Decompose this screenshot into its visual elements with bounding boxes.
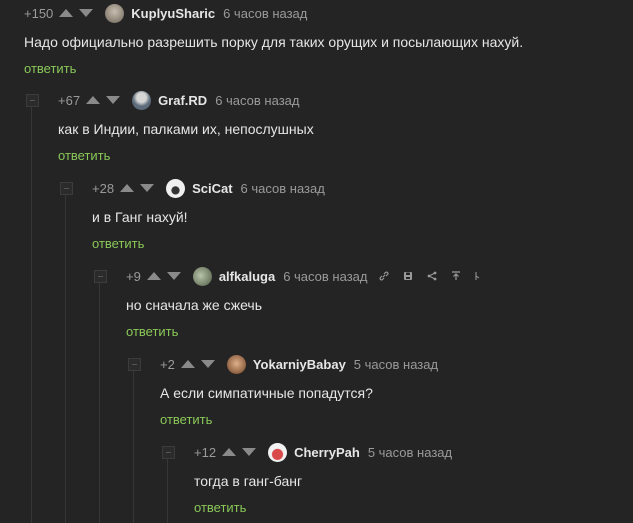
comment: +28 SciCat 6 часов назад и в Ганг нахуй!… <box>92 177 325 251</box>
collapse-branch-6[interactable] <box>162 446 175 459</box>
avatar[interactable] <box>166 178 186 198</box>
reply-link[interactable]: ответить <box>160 412 438 427</box>
reply-link[interactable]: ответить <box>92 236 325 251</box>
comment: +2 YokarniyBabay 5 часов назад А если си… <box>160 353 438 427</box>
collapse-branch-2[interactable] <box>26 94 39 107</box>
comment-time[interactable]: 5 часов назад <box>354 357 438 372</box>
comment-score: +9 <box>126 268 141 284</box>
save-icon[interactable] <box>403 271 413 281</box>
comment-score: +150 <box>24 5 54 21</box>
comment: +67 Graf.RD 6 часов назад как в Индии, п… <box>58 89 314 163</box>
reply-link[interactable]: ответить <box>126 324 481 339</box>
comment-header: +2 YokarniyBabay 5 часов назад <box>160 353 438 375</box>
comment-tools <box>379 271 481 281</box>
comment-score: +28 <box>92 180 115 196</box>
upvote-icon[interactable] <box>120 184 135 192</box>
downvote-icon[interactable] <box>242 448 257 456</box>
reply-link[interactable]: ответить <box>58 148 314 163</box>
comment-score: +67 <box>58 92 81 108</box>
comment-text: А если симпатичные попадутся? <box>160 385 373 401</box>
comment-author[interactable]: KuplyuSharic <box>131 6 215 21</box>
reply-link[interactable]: ответить <box>24 61 523 76</box>
comment-text: но сначала же сжечь <box>126 297 263 313</box>
downvote-icon[interactable] <box>79 9 94 17</box>
upvote-icon[interactable] <box>222 448 237 456</box>
avatar[interactable] <box>132 90 152 110</box>
downvote-icon[interactable] <box>140 184 155 192</box>
comment: +9 alfkaluga 6 часов назад но сначала же… <box>126 265 481 339</box>
comment: +150 KuplyuSharic 6 часов назад Надо офи… <box>24 2 523 76</box>
comment-time[interactable]: 5 часов назад <box>368 445 452 460</box>
more-icon[interactable] <box>475 271 481 281</box>
reply-link[interactable]: ответить <box>194 500 452 515</box>
comment-header: +67 Graf.RD 6 часов назад <box>58 89 314 111</box>
avatar[interactable] <box>226 354 246 374</box>
comment: +12 CherryPah 5 часов назад тогда в ганг… <box>194 441 452 515</box>
comment-author[interactable]: SciCat <box>192 181 232 196</box>
comment-time[interactable]: 6 часов назад <box>215 93 299 108</box>
upvote-icon[interactable] <box>180 360 195 368</box>
comment-header: +12 CherryPah 5 часов назад <box>194 441 452 463</box>
link-icon[interactable] <box>379 271 389 281</box>
comment-text: Надо официально разрешить порку для таки… <box>24 34 524 50</box>
comment-time[interactable]: 6 часов назад <box>223 6 307 21</box>
comment-header: +150 KuplyuSharic 6 часов назад <box>24 2 523 24</box>
comment-author[interactable]: YokarniyBabay <box>253 357 346 372</box>
comment-time[interactable]: 6 часов назад <box>283 269 367 284</box>
collapse-branch-4[interactable] <box>94 270 107 283</box>
avatar[interactable] <box>105 3 125 23</box>
collapse-branch-5[interactable] <box>128 358 141 371</box>
upvote-icon[interactable] <box>146 272 161 280</box>
scroll-up-icon[interactable] <box>451 271 461 281</box>
avatar[interactable] <box>268 442 288 462</box>
comment-score: +2 <box>160 356 175 372</box>
comment-text: тогда в ганг-банг <box>194 473 303 489</box>
comment-author[interactable]: CherryPah <box>294 445 360 460</box>
share-icon[interactable] <box>427 271 437 281</box>
thread-line-3 <box>99 279 100 523</box>
upvote-icon[interactable] <box>59 9 74 17</box>
thread-line-2 <box>65 191 66 523</box>
downvote-icon[interactable] <box>200 360 215 368</box>
comment-score: +12 <box>194 444 217 460</box>
comment-header: +9 alfkaluga 6 часов назад <box>126 265 481 287</box>
comment-author[interactable]: Graf.RD <box>158 93 207 108</box>
collapse-branch-3[interactable] <box>60 182 73 195</box>
comment-text: как в Индии, палками их, непослушных <box>58 121 314 137</box>
thread-line-5 <box>167 455 168 523</box>
avatar[interactable] <box>192 266 212 286</box>
upvote-icon[interactable] <box>86 96 101 104</box>
comment-time[interactable]: 6 часов назад <box>241 181 325 196</box>
thread-line-4 <box>133 367 134 523</box>
comment-header: +28 SciCat 6 часов назад <box>92 177 325 199</box>
downvote-icon[interactable] <box>166 272 181 280</box>
downvote-icon[interactable] <box>106 96 121 104</box>
comment-author[interactable]: alfkaluga <box>219 269 275 284</box>
comment-text: и в Ганг нахуй! <box>92 209 188 225</box>
thread-line-1 <box>31 103 32 523</box>
